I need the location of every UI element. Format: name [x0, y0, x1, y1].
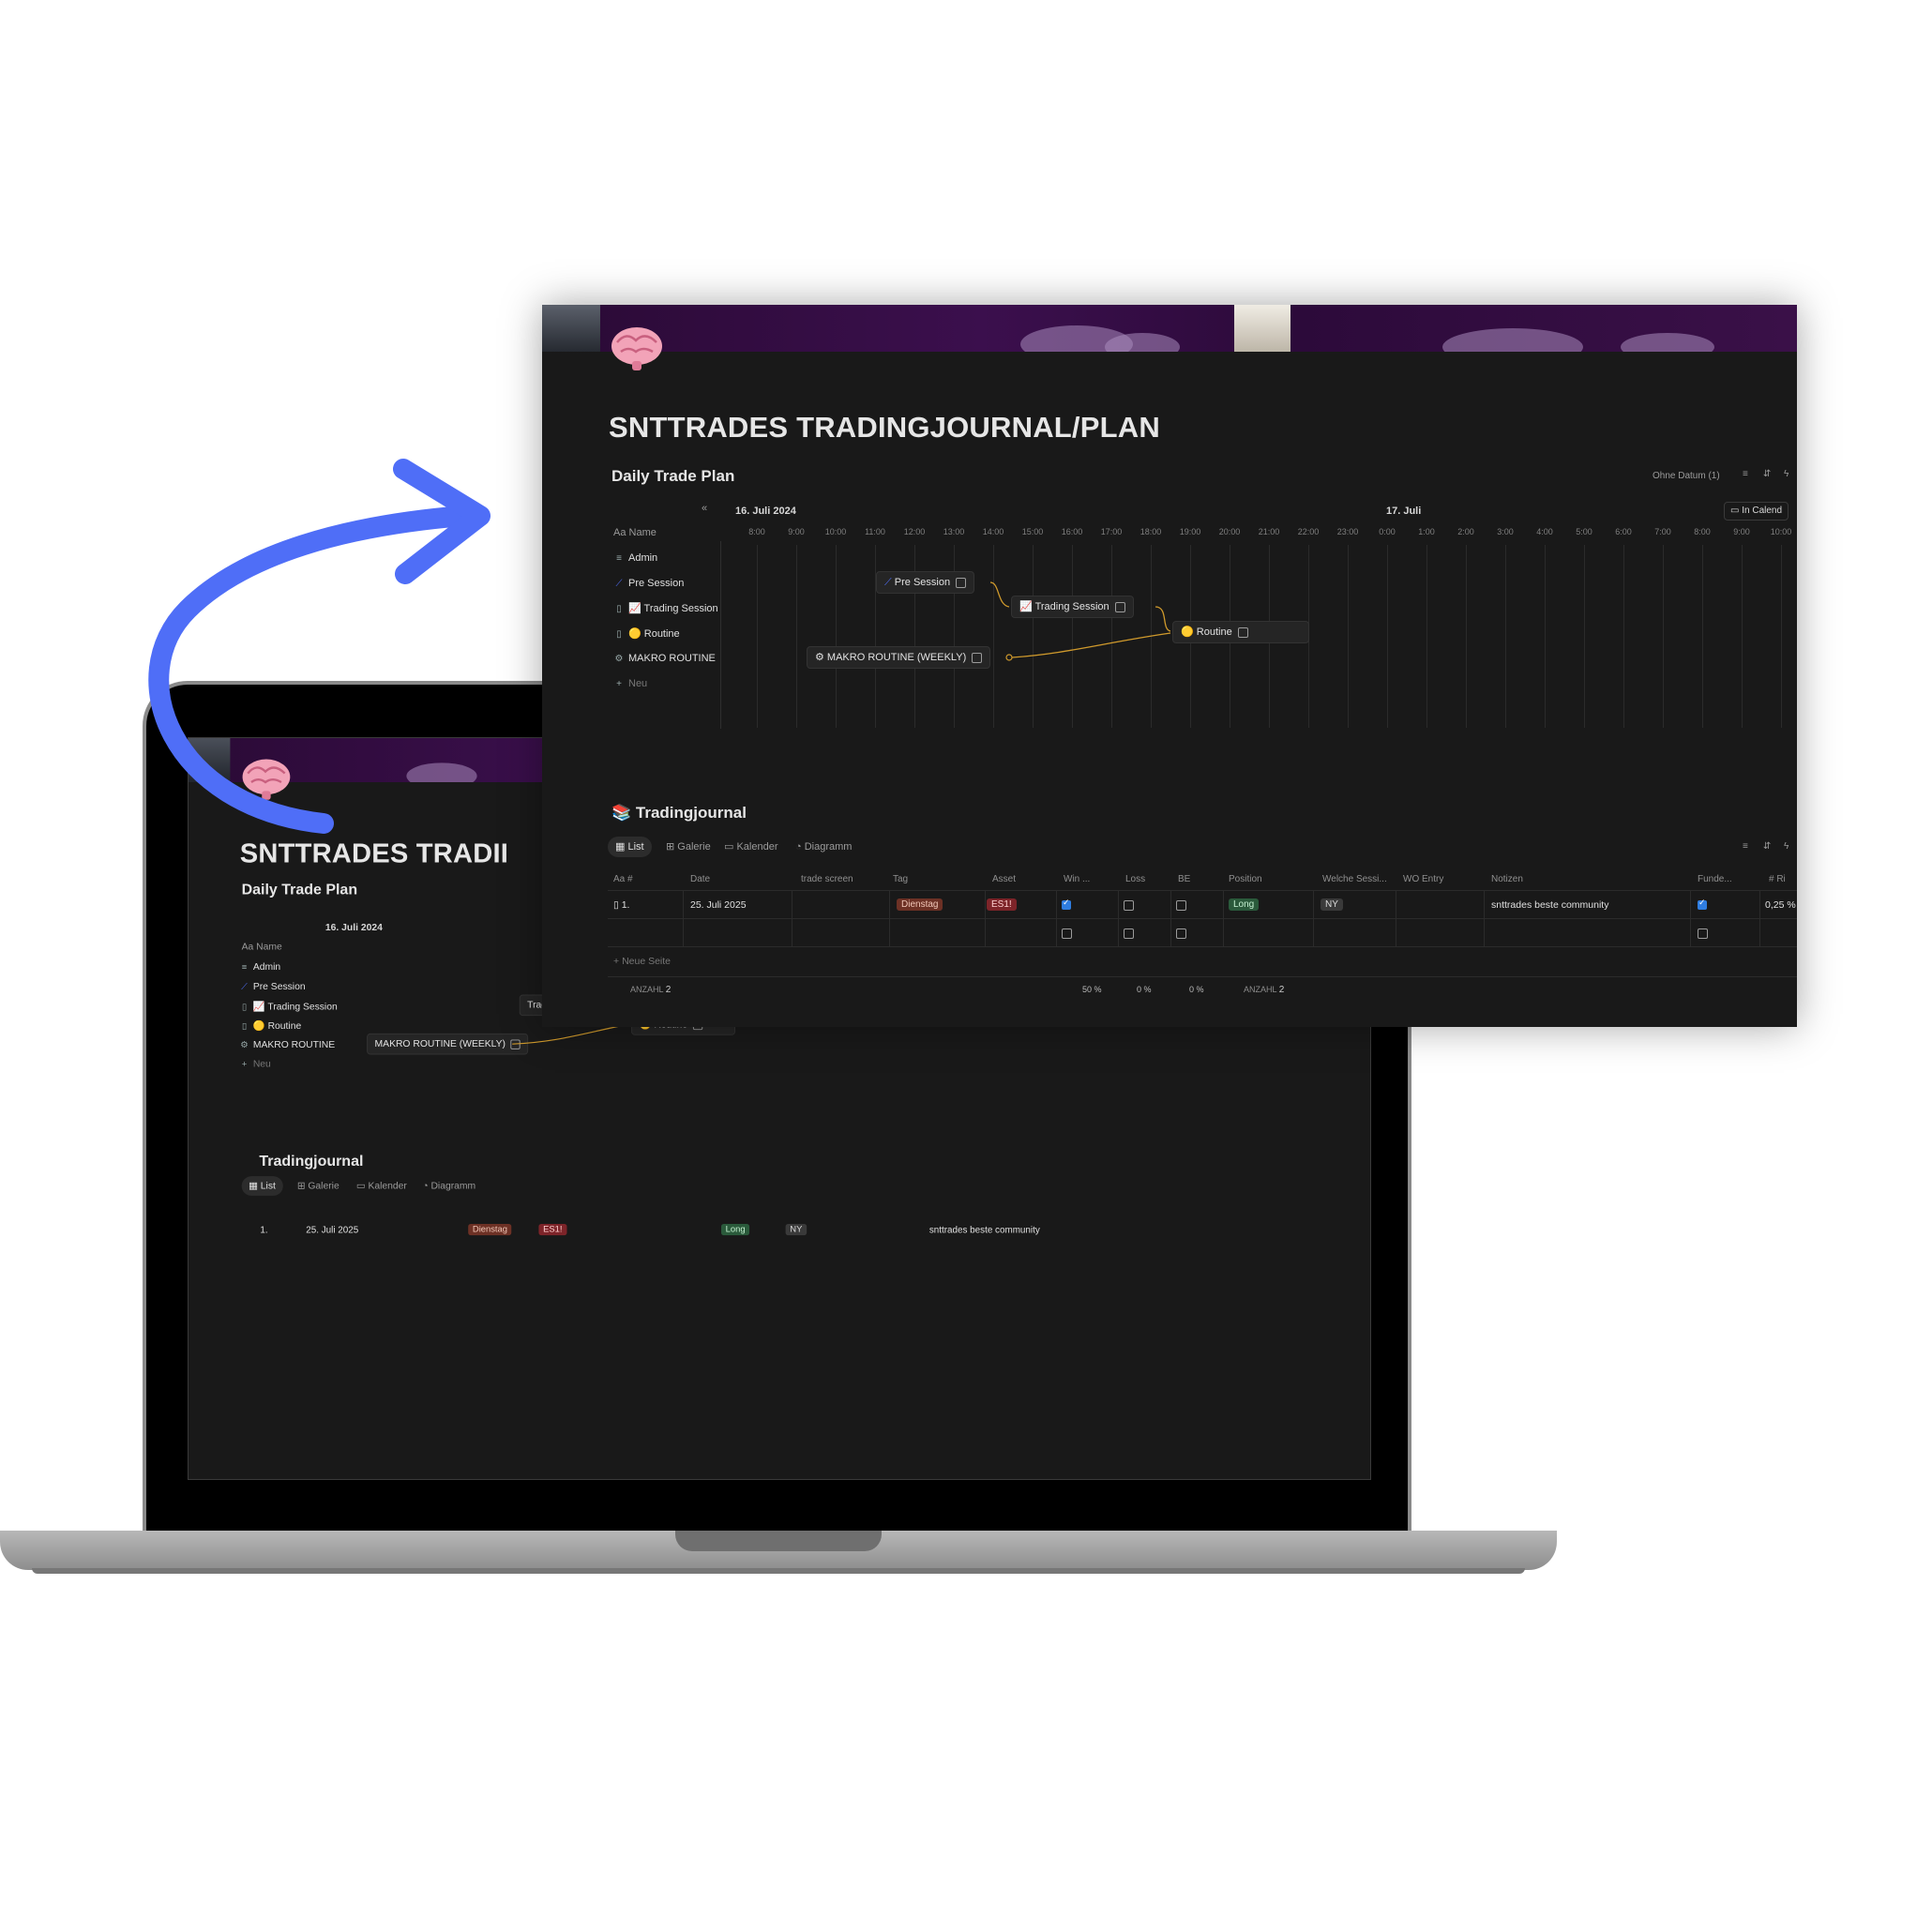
section-title-journal: 📚 Tradingjournal — [611, 804, 747, 822]
grid-icon: ⊞ — [666, 841, 678, 853]
col-header-tag[interactable]: Tag — [893, 874, 908, 884]
cell-number[interactable]: ▯ 1. — [613, 899, 629, 911]
checkbox-funde-checked[interactable] — [1698, 898, 1707, 911]
checkbox-be[interactable] — [1176, 928, 1186, 939]
col-header-loss[interactable]: Loss — [1125, 874, 1145, 884]
books-icon: 📚 — [611, 804, 636, 822]
laptop-notch — [675, 1531, 882, 1551]
checkbox-loss[interactable] — [1124, 928, 1134, 939]
cell-session[interactable]: NY — [1321, 898, 1343, 911]
col-header-win[interactable]: Win ... — [1064, 874, 1090, 884]
table-icon: ▦ — [615, 841, 628, 853]
notion-page: SNTTRADES TRADINGJOURNAL/PLAN Daily Trad… — [542, 305, 1797, 1027]
laptop-foot — [32, 1568, 1525, 1574]
calendar-icon: ▭ — [724, 841, 737, 853]
footer-count: ANZAHL 2 — [630, 985, 672, 995]
cell-asset[interactable]: ES1! — [987, 898, 1017, 911]
col-header-number[interactable]: Aa # — [613, 874, 633, 884]
col-header-asset[interactable]: Asset — [992, 874, 1016, 884]
new-page-button[interactable]: + Neue Seite — [613, 956, 671, 967]
footer-be-pct: 0 % — [1189, 985, 1204, 994]
cell-number[interactable]: 1. — [260, 1225, 267, 1235]
tab-kalender[interactable]: ▭ Kalender — [349, 1176, 414, 1196]
cell-tag[interactable]: Dienstag — [897, 898, 943, 911]
cell-tag[interactable]: Dienstag — [468, 1223, 512, 1236]
footer-count-2: ANZAHL 2 — [1244, 985, 1285, 995]
cell-position[interactable]: Long — [1229, 898, 1260, 911]
checkbox-be[interactable] — [1176, 899, 1186, 911]
footer-loss-pct: 0 % — [1137, 985, 1152, 994]
checkbox-loss[interactable] — [1124, 899, 1134, 911]
cell-date[interactable]: 25. Juli 2025 — [690, 899, 747, 911]
cell-asset[interactable]: ES1! — [538, 1223, 567, 1236]
section-title-journal: Tradingjournal — [259, 1152, 364, 1170]
col-header-position[interactable]: Position — [1229, 874, 1262, 884]
tab-list[interactable]: ▦ List — [608, 837, 652, 857]
page-icon: ▯ — [613, 899, 622, 911]
sort-icon[interactable]: ⇵ — [1763, 841, 1771, 852]
tab-list[interactable]: ▦ List — [241, 1176, 283, 1196]
checkbox-win[interactable] — [1062, 928, 1072, 939]
checkbox-win-checked[interactable] — [1062, 898, 1071, 911]
cell-session[interactable]: NY — [785, 1223, 808, 1236]
col-header-session[interactable]: Welche Sessi... — [1322, 874, 1387, 884]
tab-galerie[interactable]: ⊞ Galerie — [290, 1176, 346, 1196]
footer-win-pct: 50 % — [1082, 985, 1102, 994]
tab-galerie[interactable]: ⊞ Galerie — [658, 837, 718, 857]
swoosh-arrow-icon — [148, 459, 491, 834]
pie-icon: ◔ — [795, 841, 805, 853]
col-header-risk[interactable]: # Ri — [1769, 874, 1786, 884]
cell-notes[interactable]: snttrades beste community — [1491, 899, 1608, 911]
lightning-icon[interactable]: ϟ — [1784, 841, 1789, 852]
col-header-date[interactable]: Date — [690, 874, 710, 884]
cell-date[interactable]: 25. Juli 2025 — [306, 1225, 358, 1235]
cell-position[interactable]: Long — [720, 1223, 750, 1236]
tab-diagramm[interactable]: ◔ Diagramm — [788, 837, 859, 857]
col-header-funde[interactable]: Funde... — [1698, 874, 1732, 884]
tab-diagramm[interactable]: ◔ Diagramm — [415, 1176, 483, 1196]
checkbox-funde[interactable] — [1698, 928, 1708, 939]
cell-risk[interactable]: 0,25 % — [1765, 899, 1796, 911]
notion-window: SNTTRADES TRADINGJOURNAL/PLAN Daily Trad… — [542, 305, 1797, 1027]
col-header-wo-entry[interactable]: WO Entry — [1403, 874, 1443, 884]
filter-icon[interactable]: ≡ — [1743, 841, 1748, 852]
col-header-notes[interactable]: Notizen — [1491, 874, 1523, 884]
col-header-be[interactable]: BE — [1178, 874, 1190, 884]
col-header-screen[interactable]: trade screen — [801, 874, 853, 884]
tab-kalender[interactable]: ▭ Kalender — [717, 837, 786, 857]
plus-icon: + — [613, 956, 623, 967]
cell-notes[interactable]: snttrades beste community — [929, 1225, 1040, 1235]
